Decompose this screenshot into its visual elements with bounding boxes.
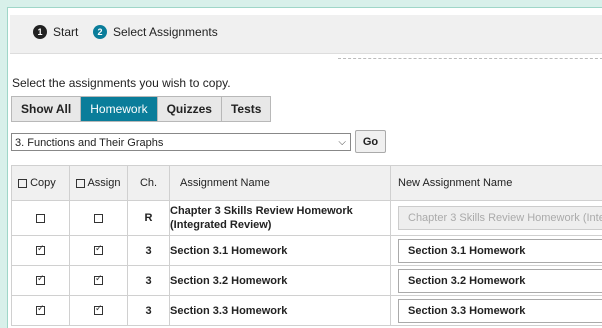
new-name-input[interactable]: Section 3.1 Homework [398, 239, 602, 263]
new-name-cell: Chapter 3 Skills Review Homework (Integr… [391, 201, 602, 236]
filter-quizzes-button[interactable]: Quizzes [158, 97, 222, 121]
assign-header-label: Assign [87, 177, 120, 189]
chapter-cell: 3 [128, 266, 170, 296]
copy-checkbox[interactable] [36, 214, 45, 223]
copy-checkbox[interactable] [36, 306, 45, 315]
assignment-name-header: Assignment Name [170, 166, 391, 201]
assign-checkbox[interactable] [94, 306, 103, 315]
assign-header: Assign [70, 166, 128, 201]
new-name-header: New Assignment Name [391, 166, 602, 201]
assignment-name: Section 3.1 Homework [170, 236, 391, 266]
copy-cell [12, 266, 70, 296]
new-name-input[interactable]: Chapter 3 Skills Review Homework (Integr… [398, 206, 602, 230]
assignment-name: Chapter 3 Skills Review Homework (Integr… [170, 201, 391, 236]
assignments-table: Copy Assign Ch. Assignment Name New Assi… [11, 165, 602, 326]
chapter-select-value: 3. Functions and Their Graphs [15, 137, 163, 149]
assign-cell [70, 236, 128, 266]
copy-cell [12, 236, 70, 266]
wizard-steps: 1 Start 2 Select Assignments [10, 15, 602, 54]
step-1-label: Start [53, 25, 78, 39]
copy-cell [12, 201, 70, 236]
table-header-row: Copy Assign Ch. Assignment Name New Assi… [12, 166, 602, 201]
table-row: 3 Section 3.3 Homework Section 3.3 Homew… [12, 296, 602, 326]
new-name-input[interactable]: Section 3.3 Homework [398, 299, 602, 323]
filter-homework-button[interactable]: Homework [81, 97, 157, 121]
assign-checkbox[interactable] [94, 246, 103, 255]
assign-checkbox[interactable] [94, 214, 103, 223]
chapter-cell: 3 [128, 296, 170, 326]
step-start[interactable]: 1 Start [33, 25, 78, 39]
new-name-input[interactable]: Section 3.2 Homework [398, 269, 602, 293]
step-select-assignments[interactable]: 2 Select Assignments [93, 25, 218, 39]
chapter-cell: R [128, 201, 170, 236]
chevron-down-icon: ⌵ [338, 134, 346, 152]
new-name-cell: Section 3.2 Homework [391, 266, 602, 296]
step-2-label: Select Assignments [113, 25, 218, 39]
copy-checkbox[interactable] [36, 276, 45, 285]
divider [338, 58, 602, 59]
step-1-badge: 1 [33, 25, 47, 39]
table-row: 3 Section 3.1 Homework Section 3.1 Homew… [12, 236, 602, 266]
copy-checkbox[interactable] [36, 246, 45, 255]
chapter-cell: 3 [128, 236, 170, 266]
copy-cell [12, 296, 70, 326]
filter-show-all-button[interactable]: Show All [12, 97, 81, 121]
assign-cell [70, 201, 128, 236]
copy-header-label: Copy [30, 177, 56, 189]
new-name-cell: Section 3.3 Homework [391, 296, 602, 326]
copy-all-checkbox[interactable] [18, 179, 27, 188]
table-row: 3 Section 3.2 Homework Section 3.2 Homew… [12, 266, 602, 296]
table-row: R Chapter 3 Skills Review Homework (Inte… [12, 201, 602, 236]
assign-all-checkbox[interactable] [76, 179, 85, 188]
new-name-cell: Section 3.1 Homework [391, 236, 602, 266]
filter-tests-button[interactable]: Tests [222, 97, 270, 121]
step-2-badge: 2 [93, 25, 107, 39]
chapter-select[interactable]: 3. Functions and Their Graphs ⌵ [11, 133, 351, 151]
chapter-header: Ch. [128, 166, 170, 201]
assignment-name: Section 3.2 Homework [170, 266, 391, 296]
assignment-name: Section 3.3 Homework [170, 296, 391, 326]
assign-checkbox[interactable] [94, 276, 103, 285]
instructions: Select the assignments you wish to copy. [12, 76, 231, 90]
filter-buttons: Show All Homework Quizzes Tests [11, 96, 271, 122]
go-button[interactable]: Go [355, 130, 386, 153]
copy-header: Copy [12, 166, 70, 201]
assign-cell [70, 266, 128, 296]
assign-cell [70, 296, 128, 326]
